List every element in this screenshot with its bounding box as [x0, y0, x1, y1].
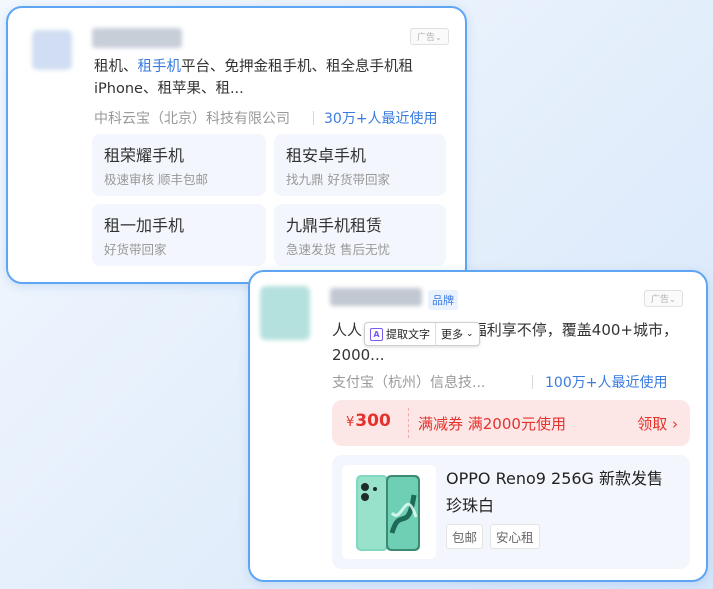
coupon-banner[interactable]: ¥300 满减券 满2000元使用 领取 › — [332, 400, 690, 446]
sub-link-title: 租安卓手机 — [286, 146, 367, 165]
ad-tag[interactable]: 广告⌄ — [644, 290, 683, 307]
ad-description: 租机、租手机平台、免押金租手机、租全息手机租iPhone、租苹果、租... — [94, 56, 430, 100]
coupon-divider — [408, 408, 409, 438]
more-dropdown[interactable]: 更多 ⌄ — [435, 323, 479, 345]
product-tag: 安心租 — [490, 524, 540, 549]
sub-link-subtitle: 急速发货 售后无忧 — [286, 242, 390, 257]
recent-users: 100万+人最近使用 — [545, 375, 668, 391]
ad-card-phone-rental[interactable]: 广告⌄ 租机、租手机平台、免押金租手机、租全息手机租iPhone、租苹果、租..… — [6, 6, 467, 284]
claim-coupon-button[interactable]: 领取 › — [637, 413, 678, 434]
divider — [532, 375, 533, 389]
sub-link-subtitle: 好货带回家 — [104, 242, 167, 257]
sub-link-subtitle: 极速审核 顺丰包邮 — [104, 172, 208, 187]
divider — [313, 111, 314, 125]
brand-name-blurred — [330, 288, 422, 306]
product-image — [342, 465, 436, 559]
coupon-description: 满减券 满2000元使用 — [418, 415, 566, 433]
chevron-right-icon: › — [672, 415, 678, 433]
phone-icon — [356, 475, 420, 551]
claim-label: 领取 — [637, 415, 668, 433]
ad-tag-label: 广告 — [417, 33, 436, 43]
sub-link-4[interactable]: 九鼎手机租赁 急速发货 售后无忧 — [274, 204, 446, 266]
company-name: 支付宝（杭州）信息技... — [332, 375, 486, 391]
extract-text-button[interactable]: A 提取文字 — [365, 323, 435, 345]
recent-users: 30万+人最近使用 — [324, 111, 438, 127]
sub-link-2[interactable]: 租安卓手机 找九鼎 好货带回家 — [274, 134, 446, 196]
product-tag: 包邮 — [446, 524, 484, 549]
advertiser-name-blurred — [92, 28, 182, 48]
sub-link-title: 九鼎手机租赁 — [286, 216, 383, 235]
desc-highlight-link[interactable]: 租手机 — [138, 59, 182, 75]
sub-link-3[interactable]: 租一加手机 好货带回家 — [92, 204, 266, 266]
currency-symbol: ¥ — [346, 415, 355, 430]
chevron-down-icon: ⌄ — [669, 295, 676, 304]
ad-tag-label: 广告 — [651, 295, 670, 305]
desc-part: 租机、 — [94, 59, 138, 75]
company-name: 中科云宝（北京）科技有限公司 — [94, 111, 290, 127]
more-label: 更多 — [441, 328, 463, 341]
coupon-amount: ¥300 — [346, 411, 391, 431]
brand-logo — [260, 286, 310, 340]
chevron-down-icon: ⌄ — [435, 33, 442, 42]
ad-tag[interactable]: 广告⌄ — [410, 28, 449, 45]
sub-link-subtitle: 找九鼎 好货带回家 — [286, 172, 390, 187]
text-extract-toolbar: A 提取文字 更多 ⌄ — [364, 322, 480, 346]
advertiser-logo — [32, 30, 72, 70]
extract-text-label: 提取文字 — [386, 328, 430, 341]
sub-link-title: 租荣耀手机 — [104, 146, 185, 165]
coupon-value: 300 — [355, 411, 391, 431]
chevron-down-icon: ⌄ — [466, 329, 474, 339]
sub-link-title: 租一加手机 — [104, 216, 185, 235]
sub-link-1[interactable]: 租荣耀手机 极速审核 顺丰包邮 — [92, 134, 266, 196]
product-card[interactable]: OPPO Reno9 256G 新款发售 珍珠白 包邮 安心租 — [332, 455, 690, 569]
product-title: OPPO Reno9 256G 新款发售 珍珠白 — [446, 469, 664, 515]
text-recognition-icon: A — [370, 327, 383, 341]
brand-badge: 品牌 — [428, 290, 458, 310]
